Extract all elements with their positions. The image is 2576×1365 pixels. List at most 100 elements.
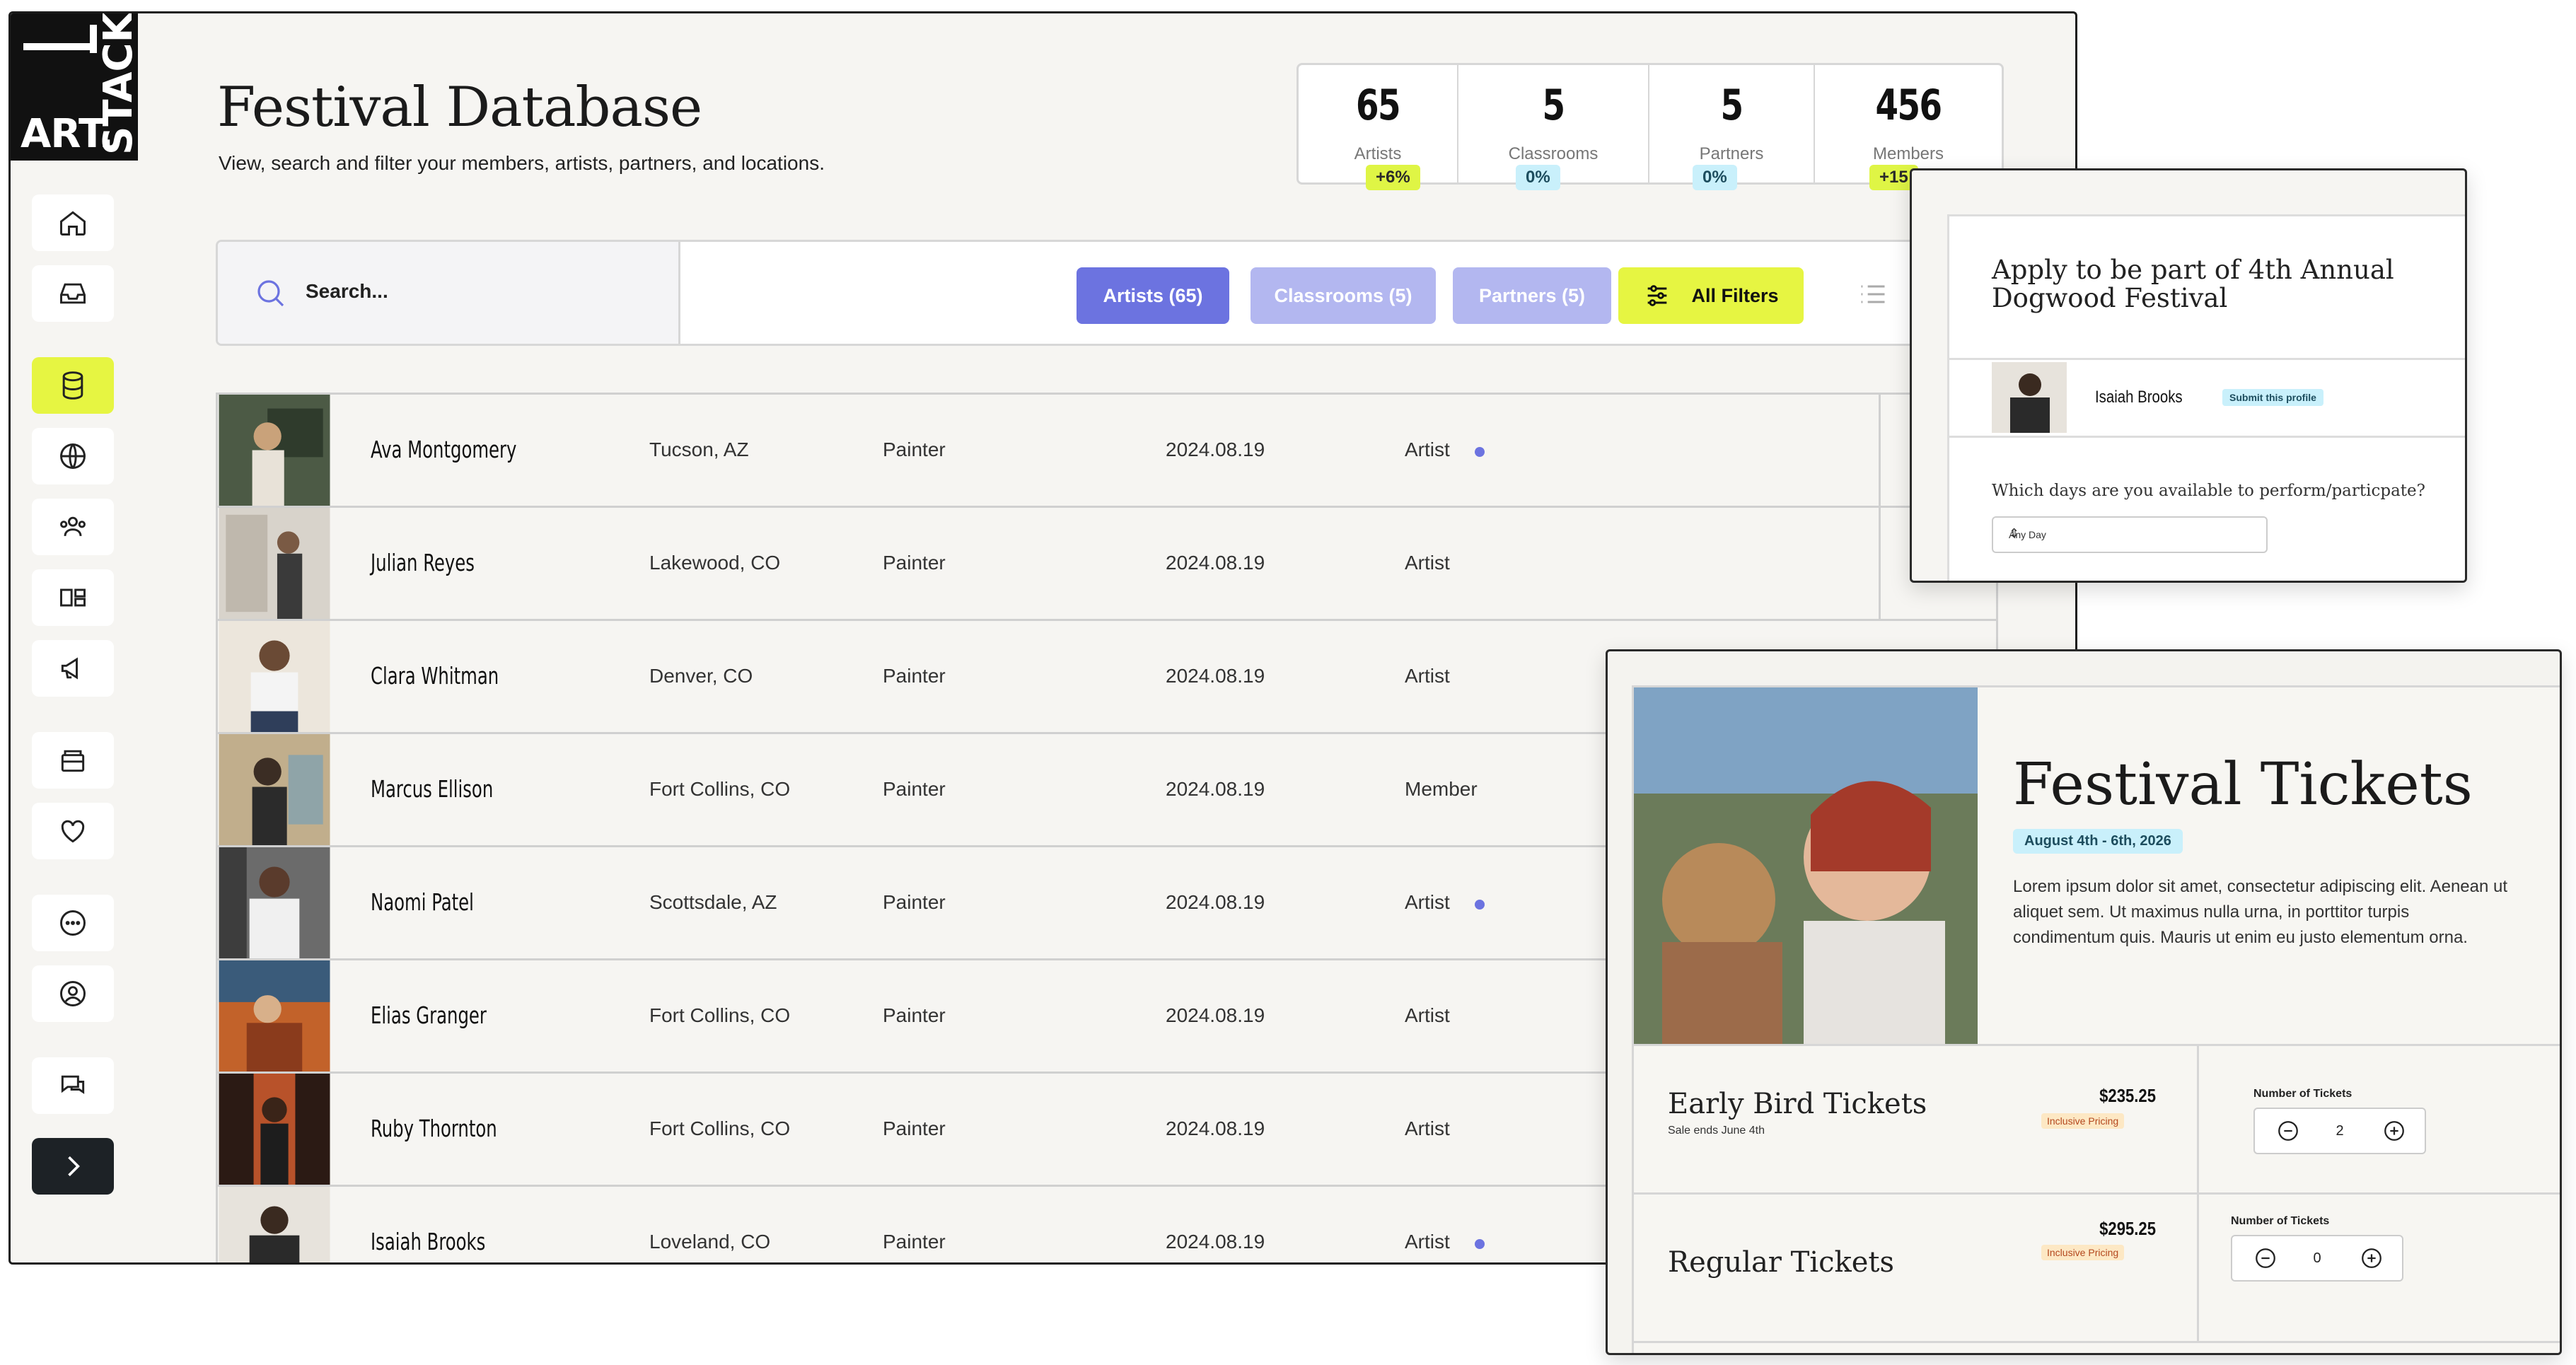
nav-layout[interactable] <box>32 569 114 626</box>
profile-photo <box>219 395 330 506</box>
row-type: Artist <box>1405 665 1450 687</box>
layout-icon <box>60 588 86 607</box>
all-filters-label: All Filters <box>1691 284 1779 306</box>
more-icon <box>60 910 86 936</box>
art-stack-logo[interactable]: STACK ART. <box>11 13 138 161</box>
row-role: Painter <box>883 665 946 687</box>
search-input[interactable]: Search... <box>218 242 680 344</box>
row-location: Tucson, AZ <box>649 438 749 460</box>
tickets-title: Festival Tickets <box>2013 751 2473 818</box>
row-location: Fort Collins, CO <box>649 1004 791 1026</box>
stat-label: Artists <box>1354 144 1402 163</box>
nav-home[interactable] <box>32 194 114 251</box>
profile-photo <box>219 847 330 958</box>
row-role: Painter <box>883 438 946 460</box>
stat-value: 5 <box>1720 81 1744 130</box>
quantity-label: Number of Tickets <box>2253 1088 2352 1100</box>
quantity-stepper[interactable]: 2 <box>2253 1108 2426 1154</box>
filter-partners-button[interactable]: Partners (5) <box>1453 267 1611 324</box>
ticket-name: Early Bird Tickets <box>1668 1088 1927 1120</box>
row-role: Painter <box>883 552 946 574</box>
ticket-price: $295.25 <box>2099 1218 2156 1239</box>
page-subtitle: View, search and filter your members, ar… <box>219 152 825 174</box>
filter-artists-button[interactable]: Artists (65) <box>1077 267 1229 324</box>
profile-photo <box>219 960 330 1071</box>
application-title: Apply to be part of 4th Annual Dogwood F… <box>1992 255 2394 313</box>
inbox-icon <box>60 283 86 304</box>
stat-label: Classrooms <box>1508 144 1599 163</box>
all-filters-button[interactable]: All Filters <box>1618 267 1804 324</box>
nav-archive[interactable] <box>32 732 114 789</box>
row-date: 2024.08.19 <box>1166 778 1265 800</box>
row-date: 2024.08.19 <box>1166 1117 1265 1139</box>
plus-circle-icon[interactable] <box>2360 1246 2384 1270</box>
chevron-updown-icon: ⇕ <box>2009 526 2020 540</box>
profile-photo <box>219 1074 330 1185</box>
list-view-icon[interactable] <box>1857 279 1889 310</box>
row-role: Painter <box>883 778 946 800</box>
database-icon <box>62 371 83 400</box>
row-type: Artist <box>1405 1004 1450 1026</box>
nav-favorites[interactable] <box>32 803 114 859</box>
row-name: Marcus Ellison <box>371 775 494 803</box>
nav-announcements[interactable] <box>32 640 114 697</box>
row-location: Denver, CO <box>649 665 753 687</box>
stat-value: 65 <box>1355 81 1401 130</box>
logo-text-art: ART. <box>21 111 114 157</box>
ticket-note: Sale ends June 4th <box>1668 1125 1765 1137</box>
row-name: Naomi Patel <box>371 888 474 916</box>
row-type: Member <box>1405 778 1478 800</box>
row-type: Artist <box>1405 891 1450 913</box>
search-icon <box>257 280 284 307</box>
pricing-badge: Inclusive Pricing <box>2041 1245 2125 1260</box>
filter-classrooms-button[interactable]: Classrooms (5) <box>1251 267 1436 324</box>
row-role: Painter <box>883 1004 946 1026</box>
nav-members[interactable] <box>32 499 114 555</box>
submit-profile-button[interactable]: Submit this profile <box>2222 389 2323 406</box>
row-location: Scottsdale, AZ <box>649 891 777 913</box>
row-date: 2024.08.19 <box>1166 1231 1265 1253</box>
row-type: Artist <box>1405 1231 1450 1253</box>
row-name: Clara Whitman <box>371 662 499 690</box>
quantity-label: Number of Tickets <box>2231 1215 2330 1227</box>
ticket-name: Regular Tickets <box>1668 1246 1895 1279</box>
availability-question: Which days are you available to perform/… <box>1992 482 2425 500</box>
chat-icon <box>61 1075 85 1094</box>
row-role: Painter <box>883 1231 946 1253</box>
row-type: Artist <box>1405 552 1450 574</box>
nav-inbox[interactable] <box>32 265 114 322</box>
user-icon <box>60 981 86 1006</box>
plus-circle-icon[interactable] <box>2382 1119 2406 1143</box>
profile-photo <box>219 1187 330 1262</box>
table-row[interactable]: Julian Reyes Lakewood, CO Painter 2024.0… <box>216 506 1998 619</box>
stat-value: 456 <box>1875 81 1942 130</box>
row-name: Ava Montgomery <box>371 436 517 463</box>
stat-change-badge: 0% <box>1516 165 1560 190</box>
globe-icon <box>60 443 86 469</box>
applicant-name: Isaiah Brooks <box>2095 388 2183 407</box>
nav-globe[interactable] <box>32 428 114 484</box>
row-location: Fort Collins, CO <box>649 778 791 800</box>
row-location: Loveland, CO <box>649 1231 771 1253</box>
row-location: Lakewood, CO <box>649 552 781 574</box>
nav-database[interactable] <box>32 357 114 414</box>
applicant-photo <box>1992 362 2067 433</box>
stat-label: Partners <box>1699 144 1764 163</box>
row-name: Isaiah Brooks <box>371 1228 486 1255</box>
row-type: Artist <box>1405 438 1450 460</box>
home-icon <box>60 211 86 236</box>
nav-messages[interactable] <box>32 1057 114 1114</box>
quantity-stepper[interactable]: 0 <box>2231 1235 2403 1282</box>
expand-sidebar-button[interactable] <box>32 1138 114 1195</box>
nav-more[interactable] <box>32 895 114 951</box>
row-role: Painter <box>883 891 946 913</box>
availability-select[interactable]: Any Day ⇕ <box>1992 516 2268 553</box>
profile-photo <box>219 621 330 732</box>
tickets-description: Lorem ipsum dolor sit amet, consectetur … <box>2013 877 2508 947</box>
pricing-badge: Inclusive Pricing <box>2041 1113 2125 1129</box>
row-date: 2024.08.19 <box>1166 665 1265 687</box>
nav-profile[interactable] <box>32 965 114 1022</box>
users-icon <box>60 516 86 536</box>
festival-tickets-card: Festival Tickets August 4th - 6th, 2026 … <box>1606 649 2562 1355</box>
table-row[interactable]: Ava Montgomery Tucson, AZ Painter 2024.0… <box>216 393 1998 506</box>
